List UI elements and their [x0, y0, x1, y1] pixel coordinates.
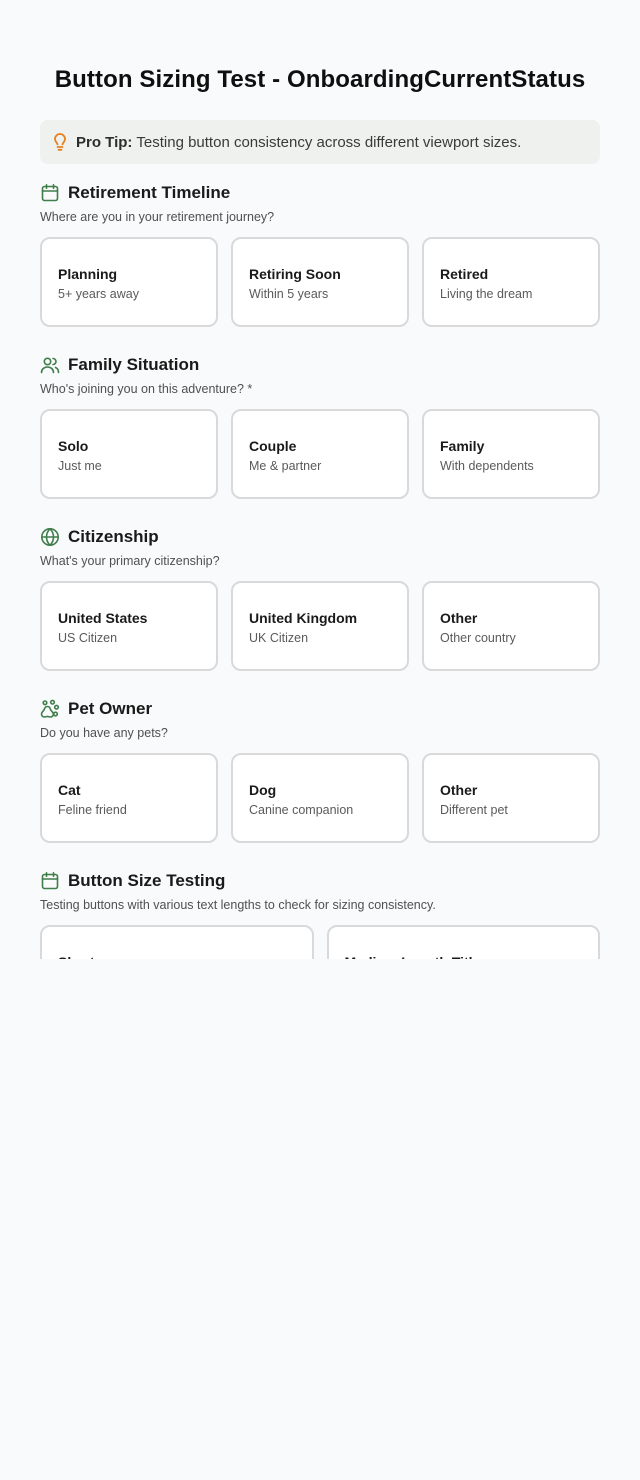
- option-title: Couple: [249, 438, 297, 454]
- option-button-family[interactable]: Family With dependents: [422, 409, 600, 499]
- option-description: Other country: [440, 631, 516, 645]
- option-description: Different pet: [440, 803, 508, 817]
- option-button-retiring-soon[interactable]: Retiring Soon Within 5 years: [231, 237, 409, 327]
- option-group: Solo Just me Couple Me & partner Family With …: [40, 409, 600, 499]
- section-subtitle: Do you have any pets?: [40, 726, 168, 740]
- section-retirement-timeline: Retirement Timeline Where are you in your…: [40, 181, 600, 327]
- option-title: Dog: [249, 782, 277, 798]
- page: Button Sizing Test - OnboardingCurrentSt…: [0, 0, 640, 1480]
- option-title: Medium Length Title: [345, 953, 583, 959]
- option-title: United Kingdom: [249, 610, 358, 626]
- option-button-other[interactable]: Other Different pet: [422, 753, 600, 843]
- option-title: Retiring Soon: [249, 266, 341, 282]
- page-title: Button Sizing Test - OnboardingCurrentSt…: [54, 66, 586, 93]
- section-subtitle: Testing buttons with various text length…: [40, 898, 436, 912]
- section-citizenship: Citizenship What's your primary citizensh…: [40, 525, 600, 671]
- option-group: Planning 5+ years away Retiring Soon Within…: [40, 237, 600, 327]
- section-title: Citizenship: [68, 527, 159, 546]
- option-title: Cat: [58, 782, 81, 798]
- option-button-united-kingdom[interactable]: United Kingdom UK Citizen: [231, 581, 409, 671]
- section-title: Pet Owner: [68, 699, 153, 718]
- main-content: Button Sizing Test - OnboardingCurrentSt…: [40, 64, 600, 959]
- option-title: Retired: [440, 266, 489, 282]
- option-group: Cat Feline friend Dog Canine companion Other…: [40, 753, 600, 843]
- option-title: Planning: [58, 266, 118, 282]
- option-description: Canine companion: [249, 803, 354, 817]
- section-subtitle: Where are you in your retirement journey…: [40, 210, 275, 224]
- option-button-cat[interactable]: Cat Feline friend: [40, 753, 218, 843]
- option-description: 5+ years away: [58, 287, 139, 301]
- globe-icon: [40, 527, 60, 547]
- users-icon: [40, 355, 60, 375]
- option-button-medium-length-title[interactable]: Medium Length Title: [326, 925, 600, 959]
- option-button-dog[interactable]: Dog Canine companion: [231, 753, 409, 843]
- section-subtitle: Who's joining you on this adventure? *: [40, 382, 253, 396]
- option-title: Family: [440, 438, 485, 454]
- section-family-situation: Family Situation Who's joining you on thi…: [40, 353, 600, 499]
- option-title: Other: [440, 610, 478, 626]
- option-description: Me & partner: [249, 459, 322, 473]
- option-group: United States US Citizen United Kingdom UK …: [40, 581, 600, 671]
- option-description: Feline friend: [58, 803, 127, 817]
- option-button-other[interactable]: Other Other country: [422, 581, 600, 671]
- section-subtitle: What's your primary citizenship?: [40, 554, 220, 568]
- option-description: With dependents: [440, 459, 534, 473]
- option-title: Solo: [58, 438, 89, 454]
- option-description: UK Citizen: [249, 631, 309, 645]
- pro-tip-label: Pro Tip:: [76, 133, 133, 151]
- option-description: US Citizen: [58, 631, 118, 645]
- option-description: Within 5 years: [249, 287, 329, 301]
- paw-icon: [40, 699, 60, 719]
- option-button-united-states[interactable]: United States US Citizen: [40, 581, 218, 671]
- section-title: Family Situation: [68, 355, 200, 374]
- section-pet-owner: Pet Owner Do you have any pets? Cat Feline …: [40, 697, 600, 843]
- sections-container: Retirement Timeline Where are you in your…: [40, 181, 600, 959]
- option-title: Short: [58, 953, 296, 959]
- option-group: Short Medium Length Title: [40, 925, 600, 959]
- section-header: Family Situation: [40, 353, 600, 377]
- calendar-icon: [40, 183, 60, 203]
- lightbulb-icon: [52, 132, 68, 152]
- option-title: Other: [440, 782, 478, 798]
- option-button-short[interactable]: Short: [40, 925, 314, 959]
- calendar-icon: [40, 871, 60, 891]
- pro-tip-text: Testing button consistency across differ…: [136, 133, 522, 151]
- option-button-retired[interactable]: Retired Living the dream: [422, 237, 600, 327]
- section-header: Retirement Timeline: [40, 181, 600, 205]
- section-header: Pet Owner: [40, 697, 600, 721]
- section-title: Retirement Timeline: [68, 183, 231, 202]
- option-title: United States: [58, 610, 148, 626]
- section-title: Button Size Testing: [68, 871, 226, 890]
- pro-tip-banner: Pro Tip: Testing button consistency acro…: [40, 120, 600, 164]
- option-button-solo[interactable]: Solo Just me: [40, 409, 218, 499]
- option-description: Living the dream: [440, 287, 533, 301]
- section-header: Button Size Testing: [40, 869, 600, 893]
- section-header: Citizenship: [40, 525, 600, 549]
- option-description: Just me: [58, 459, 102, 473]
- section-button-size-testing: Button Size Testing Testing buttons with …: [40, 869, 600, 959]
- option-button-planning[interactable]: Planning 5+ years away: [40, 237, 218, 327]
- option-button-couple[interactable]: Couple Me & partner: [231, 409, 409, 499]
